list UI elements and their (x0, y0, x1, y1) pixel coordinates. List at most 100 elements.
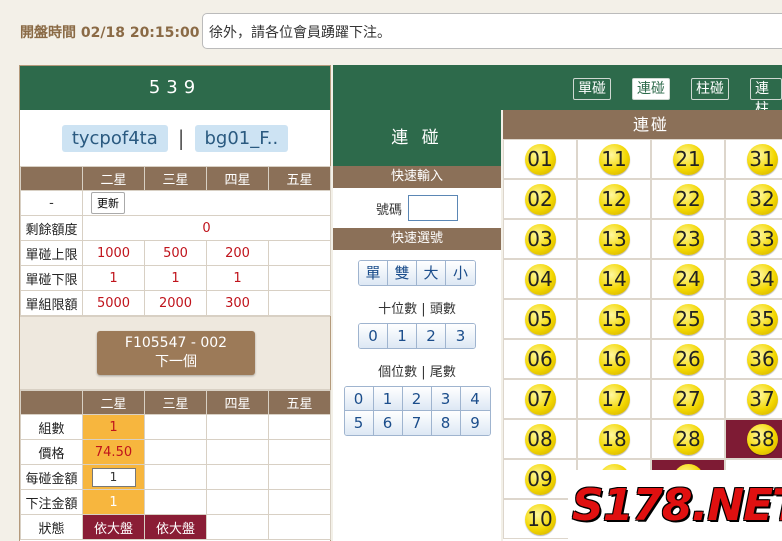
ball-cell[interactable]: 03 (503, 219, 577, 259)
parity-buttons: 單 雙 大 小 (358, 260, 476, 286)
ball-cell[interactable]: 16 (577, 339, 651, 379)
tab-pillar[interactable]: 柱碰 (691, 78, 729, 100)
ball-cell[interactable]: 08 (503, 419, 577, 459)
table-cell (268, 240, 331, 266)
column-header: 二星 (82, 166, 145, 191)
row-label: 下注金額 (20, 489, 83, 515)
ball-cell[interactable]: 10 (503, 499, 577, 539)
number-label: 號碼 (375, 202, 402, 218)
tab-continuous-pillar[interactable]: 連柱 (750, 78, 782, 117)
limit-table: 二星 三星 四星 五星 - 更新 剩餘額度 0 單碰上限 1000 500 20… (20, 166, 331, 316)
units-buttons: 0 1 2 3 4 5 6 7 8 9 (343, 386, 491, 436)
number-ball: 06 (524, 343, 556, 375)
number-ball: 11 (598, 143, 630, 175)
row-label: 狀態 (20, 514, 83, 540)
next-area: F105547 - 002 下一個 (20, 316, 330, 390)
ball-cell[interactable]: 27 (651, 379, 725, 419)
ball-cell[interactable]: 04 (503, 259, 577, 299)
ball-cell[interactable]: 28 (651, 419, 725, 459)
ball-cell[interactable]: 14 (577, 259, 651, 299)
units-digit-button[interactable]: 8 (431, 411, 461, 435)
ball-cell[interactable]: 17 (577, 379, 651, 419)
tens-digit-button[interactable]: 3 (446, 324, 475, 348)
ball-cell[interactable]: 02 (503, 179, 577, 219)
ball-cell[interactable]: 07 (503, 379, 577, 419)
per-amount-input[interactable]: 1 (91, 467, 136, 487)
per-amount-cell: 1 (82, 464, 145, 490)
number-ball: 10 (524, 503, 556, 535)
units-digit-button[interactable]: 2 (402, 387, 432, 411)
number-input[interactable] (408, 195, 458, 221)
units-digit-button[interactable]: 5 (344, 411, 374, 435)
table-cell (206, 414, 269, 440)
column-header: 四星 (206, 390, 269, 415)
table-cell: 5000 (82, 290, 145, 316)
ball-cell[interactable]: 33 (725, 219, 782, 259)
ball-cell[interactable]: 38 (725, 419, 782, 459)
table-cell: 1 (144, 265, 207, 291)
ball-cell[interactable]: 12 (577, 179, 651, 219)
ball-cell[interactable]: 06 (503, 339, 577, 379)
ball-cell[interactable]: 24 (651, 259, 725, 299)
units-digit-button[interactable]: 9 (460, 411, 490, 435)
number-ball: 38 (746, 423, 778, 455)
ball-cell[interactable]: 23 (651, 219, 725, 259)
units-digit-button[interactable]: 7 (402, 411, 432, 435)
ball-cell[interactable]: 21 (651, 139, 725, 179)
tens-row: 0 1 2 3 (333, 323, 501, 349)
next-button[interactable]: F105547 - 002 下一個 (97, 331, 255, 375)
ball-cell[interactable]: 37 (725, 379, 782, 419)
table-cell (206, 439, 269, 465)
ball-cell[interactable]: 25 (651, 299, 725, 339)
ball-cell[interactable]: 22 (651, 179, 725, 219)
ball-cell[interactable]: 09 (503, 459, 577, 499)
ball-cell[interactable]: 01 (503, 139, 577, 179)
ball-cell[interactable]: 15 (577, 299, 651, 339)
tens-buttons: 0 1 2 3 (358, 323, 476, 349)
table-cell: 500 (144, 240, 207, 266)
ball-cell[interactable]: 35 (725, 299, 782, 339)
open-time-label: 開盤時間 (20, 25, 76, 41)
ball-cell[interactable]: 34 (725, 259, 782, 299)
big-button[interactable]: 大 (417, 261, 446, 285)
ball-cell[interactable]: 26 (651, 339, 725, 379)
game-title: 539 (20, 66, 330, 110)
ball-cell[interactable]: 05 (503, 299, 577, 339)
column-header: 五星 (268, 166, 331, 191)
update-button[interactable]: 更新 (91, 192, 125, 214)
open-time: 開盤時間 02/18 20:15:00 (20, 22, 199, 42)
table-cell: 2000 (144, 290, 207, 316)
units-digit-button[interactable]: 3 (431, 387, 461, 411)
ball-cell[interactable]: 13 (577, 219, 651, 259)
ball-grid-title: 連碰 (503, 110, 782, 139)
table-cell: 1 (206, 265, 269, 291)
header-blank (20, 390, 83, 415)
number-ball: 05 (524, 303, 556, 335)
number-ball: 09 (524, 463, 556, 495)
odd-button[interactable]: 單 (359, 261, 388, 285)
number-ball: 01 (524, 143, 556, 175)
ball-cell[interactable]: 32 (725, 179, 782, 219)
table-cell (268, 464, 331, 490)
units-digit-button[interactable]: 1 (373, 387, 403, 411)
tens-digit-button[interactable]: 2 (417, 324, 446, 348)
units-digit-button[interactable]: 6 (373, 411, 403, 435)
units-digit-button[interactable]: 4 (460, 387, 490, 411)
table-cell: 200 (206, 240, 269, 266)
ball-cell[interactable]: 36 (725, 339, 782, 379)
quick-select-header: 快速選號 (333, 228, 501, 250)
user-account: tycpof4ta (61, 124, 168, 152)
number-ball: 27 (672, 383, 704, 415)
tens-digit-button[interactable]: 1 (388, 324, 417, 348)
tab-single[interactable]: 單碰 (573, 78, 611, 100)
small-button[interactable]: 小 (446, 261, 475, 285)
tab-continuous[interactable]: 連碰 (632, 78, 670, 100)
number-ball: 28 (672, 423, 704, 455)
even-button[interactable]: 雙 (388, 261, 417, 285)
ball-cell[interactable]: 11 (577, 139, 651, 179)
tens-digit-button[interactable]: 0 (359, 324, 388, 348)
mode-header: 單碰 連碰 柱碰 連柱 (333, 65, 782, 117)
ball-cell[interactable]: 18 (577, 419, 651, 459)
units-digit-button[interactable]: 0 (344, 387, 374, 411)
ball-cell[interactable]: 31 (725, 139, 782, 179)
